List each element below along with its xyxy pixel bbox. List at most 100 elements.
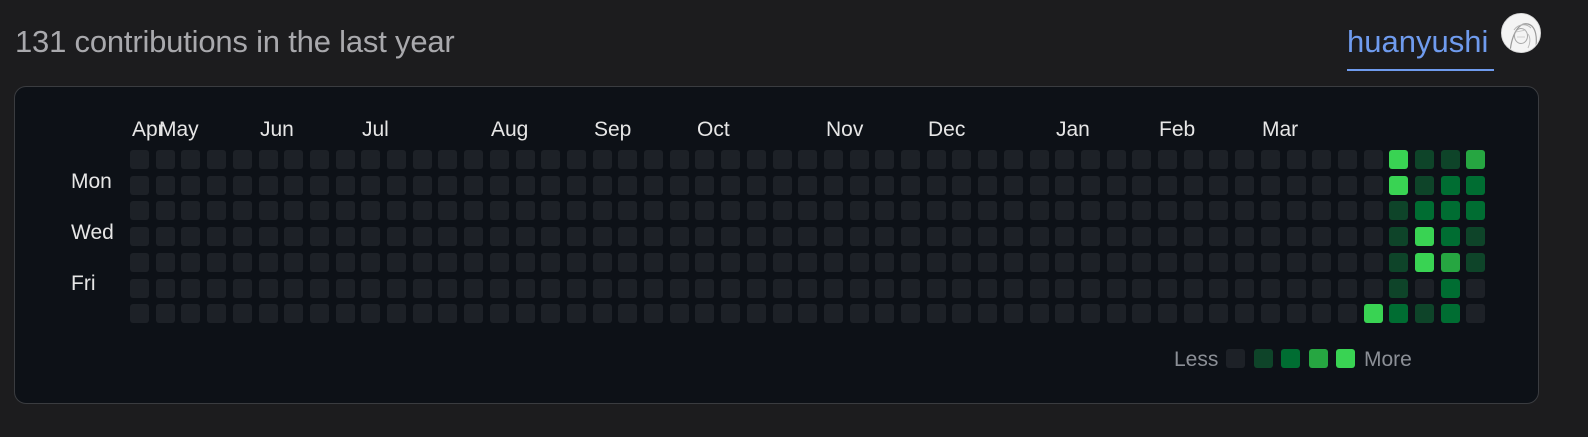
contribution-cell[interactable]: [1312, 304, 1332, 324]
contribution-cell[interactable]: [1106, 175, 1126, 195]
contribution-cell[interactable]: [849, 227, 869, 247]
contribution-cell[interactable]: [387, 304, 406, 324]
contribution-cell[interactable]: [644, 175, 663, 195]
contribution-cell[interactable]: [1209, 150, 1229, 169]
contribution-cell[interactable]: [489, 201, 509, 221]
contribution-cell[interactable]: [335, 304, 355, 324]
contribution-cell[interactable]: [721, 278, 741, 298]
contribution-cell[interactable]: [1183, 227, 1203, 247]
contribution-cell[interactable]: [1260, 278, 1280, 298]
contribution-cell[interactable]: [1183, 175, 1203, 195]
contribution-cell[interactable]: [489, 175, 509, 195]
contribution-cell[interactable]: [669, 201, 689, 221]
contribution-cell[interactable]: [721, 175, 741, 195]
contribution-cell[interactable]: [1337, 201, 1357, 221]
contribution-cell[interactable]: [1183, 304, 1203, 324]
contribution-cell[interactable]: [1106, 278, 1126, 298]
contribution-cell[interactable]: [1029, 201, 1049, 221]
contribution-cell[interactable]: [515, 304, 535, 324]
contribution-cell[interactable]: [721, 227, 741, 247]
contribution-cell[interactable]: [901, 201, 920, 221]
contribution-cell[interactable]: [978, 304, 998, 324]
contribution-cell[interactable]: [1466, 304, 1486, 324]
contribution-cell[interactable]: [464, 278, 484, 298]
contribution-cell[interactable]: [1337, 304, 1357, 324]
contribution-cell[interactable]: [746, 175, 766, 195]
contribution-cell[interactable]: [207, 150, 227, 169]
contribution-cell[interactable]: [926, 278, 946, 298]
contribution-cell[interactable]: [1055, 175, 1075, 195]
contribution-cell[interactable]: [412, 304, 432, 324]
contribution-cell[interactable]: [284, 278, 304, 298]
contribution-cell[interactable]: [978, 278, 998, 298]
contribution-cell[interactable]: [618, 150, 638, 169]
contribution-cell[interactable]: [566, 278, 586, 298]
contribution-cell[interactable]: [1466, 150, 1486, 169]
contribution-cell[interactable]: [875, 227, 895, 247]
contribution-cell[interactable]: [1415, 227, 1434, 247]
contribution-cell[interactable]: [746, 252, 766, 272]
contribution-cell[interactable]: [489, 252, 509, 272]
contribution-cell[interactable]: [926, 304, 946, 324]
contribution-cell[interactable]: [335, 252, 355, 272]
contribution-cell[interactable]: [335, 175, 355, 195]
contribution-cell[interactable]: [1158, 201, 1177, 221]
contribution-cell[interactable]: [695, 227, 715, 247]
contribution-cell[interactable]: [1312, 150, 1332, 169]
contribution-cell[interactable]: [746, 304, 766, 324]
contribution-cell[interactable]: [412, 252, 432, 272]
contribution-cell[interactable]: [772, 278, 792, 298]
contribution-cell[interactable]: [798, 150, 818, 169]
contribution-cell[interactable]: [1415, 278, 1434, 298]
contribution-cell[interactable]: [1363, 252, 1383, 272]
contribution-cell[interactable]: [1209, 304, 1229, 324]
contribution-cell[interactable]: [207, 252, 227, 272]
contribution-cell[interactable]: [155, 175, 175, 195]
contribution-cell[interactable]: [746, 278, 766, 298]
contribution-cell[interactable]: [1235, 227, 1255, 247]
contribution-cell[interactable]: [335, 227, 355, 247]
contribution-cell[interactable]: [618, 201, 638, 221]
contribution-cell[interactable]: [1312, 201, 1332, 221]
contribution-cell[interactable]: [875, 304, 895, 324]
contribution-cell[interactable]: [1389, 227, 1409, 247]
contribution-cell[interactable]: [155, 201, 175, 221]
contribution-cell[interactable]: [592, 227, 612, 247]
contribution-cell[interactable]: [952, 304, 972, 324]
contribution-cell[interactable]: [1260, 227, 1280, 247]
contribution-cell[interactable]: [181, 252, 201, 272]
contribution-cell[interactable]: [541, 304, 561, 324]
contribution-cell[interactable]: [618, 175, 638, 195]
contribution-cell[interactable]: [438, 278, 458, 298]
contribution-cell[interactable]: [1337, 175, 1357, 195]
contribution-cell[interactable]: [284, 304, 304, 324]
contribution-cell[interactable]: [1132, 252, 1152, 272]
contribution-cell[interactable]: [721, 252, 741, 272]
contribution-cell[interactable]: [181, 304, 201, 324]
contribution-cell[interactable]: [1080, 304, 1100, 324]
contribution-cell[interactable]: [1389, 175, 1409, 195]
contribution-cell[interactable]: [232, 201, 252, 221]
contribution-cell[interactable]: [592, 304, 612, 324]
contribution-cell[interactable]: [1003, 201, 1023, 221]
contribution-cell[interactable]: [1286, 227, 1306, 247]
contribution-cell[interactable]: [592, 252, 612, 272]
contribution-cell[interactable]: [284, 201, 304, 221]
contribution-cell[interactable]: [695, 150, 715, 169]
contribution-cell[interactable]: [387, 278, 406, 298]
contribution-cell[interactable]: [798, 278, 818, 298]
contribution-cell[interactable]: [695, 201, 715, 221]
contribution-cell[interactable]: [644, 278, 663, 298]
contribution-cell[interactable]: [669, 252, 689, 272]
contribution-cell[interactable]: [669, 227, 689, 247]
contribution-cell[interactable]: [232, 150, 252, 169]
contribution-cell[interactable]: [155, 252, 175, 272]
contribution-cell[interactable]: [361, 150, 381, 169]
contribution-cell[interactable]: [232, 252, 252, 272]
contribution-cell[interactable]: [1363, 201, 1383, 221]
contribution-cell[interactable]: [1260, 175, 1280, 195]
contribution-cell[interactable]: [309, 252, 329, 272]
contribution-cell[interactable]: [1106, 150, 1126, 169]
contribution-cell[interactable]: [592, 201, 612, 221]
contribution-cell[interactable]: [181, 227, 201, 247]
